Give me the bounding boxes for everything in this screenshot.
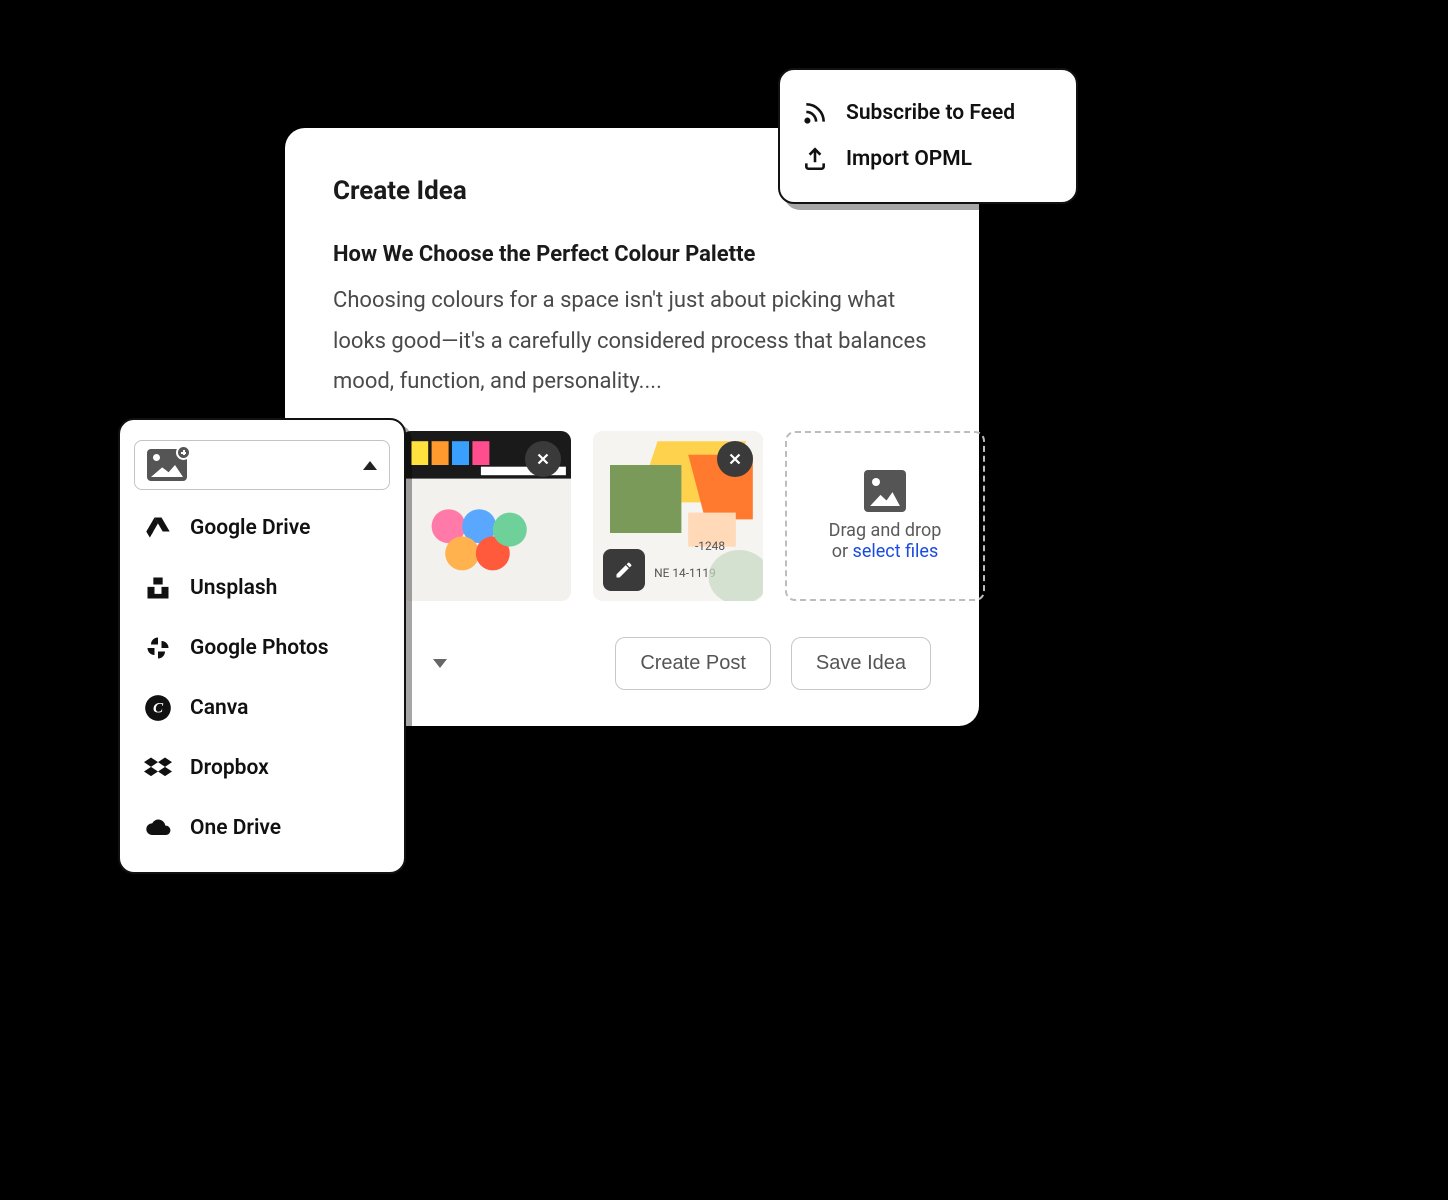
image-icon: [864, 470, 906, 512]
rss-icon: [802, 100, 828, 126]
dropbox-icon: [144, 754, 172, 782]
source-unsplash[interactable]: Unsplash: [120, 558, 404, 618]
upload-icon: [802, 146, 828, 172]
attachments-row: 0119 NE 14-1119 -1248 Drag and drop or s…: [401, 431, 931, 601]
source-google-drive[interactable]: Google Drive: [120, 498, 404, 558]
chevron-up-icon: [363, 461, 377, 470]
chevron-down-icon: [433, 659, 447, 668]
source-label: Unsplash: [190, 576, 277, 600]
unsplash-icon: [144, 574, 172, 602]
remove-attachment-button[interactable]: [717, 441, 753, 477]
source-label: Google Drive: [190, 516, 310, 540]
google-photos-icon: [144, 634, 172, 662]
idea-description[interactable]: Choosing colours for a space isn't just …: [333, 281, 931, 403]
import-opml-item[interactable]: Import OPML: [802, 136, 1054, 182]
create-post-button[interactable]: Create Post: [615, 637, 771, 690]
attachment-thumb[interactable]: [401, 431, 571, 601]
idea-title[interactable]: How We Choose the Perfect Colour Palette: [333, 242, 931, 267]
upload-dropzone[interactable]: Drag and drop or select files: [785, 431, 985, 601]
source-canva[interactable]: C Canva: [120, 678, 404, 738]
edit-attachment-button[interactable]: [603, 549, 645, 591]
menu-label: Import OPML: [846, 147, 972, 171]
image-source-toggle[interactable]: [134, 440, 390, 490]
select-files-link[interactable]: select files: [853, 541, 939, 562]
remove-attachment-button[interactable]: [525, 441, 561, 477]
close-icon: [726, 450, 744, 468]
menu-label: Subscribe to Feed: [846, 101, 1015, 125]
onedrive-icon: [144, 814, 172, 842]
source-label: Google Photos: [190, 636, 329, 660]
plus-badge-icon: [176, 445, 191, 460]
image-source-menu: Google Drive Unsplash Google Photos C Ca…: [118, 418, 406, 874]
save-idea-button[interactable]: Save Idea: [791, 637, 931, 690]
feed-menu: Subscribe to Feed Import OPML: [778, 68, 1078, 204]
source-label: Dropbox: [190, 756, 269, 780]
canva-icon: C: [144, 694, 172, 722]
attachment-thumb[interactable]: 0119 NE 14-1119 -1248: [593, 431, 763, 601]
svg-text:NE 14-1119: NE 14-1119: [654, 566, 716, 580]
source-dropbox[interactable]: Dropbox: [120, 738, 404, 798]
card-actions: Create Post Save Idea: [333, 637, 931, 690]
source-google-photos[interactable]: Google Photos: [120, 618, 404, 678]
google-drive-icon: [144, 514, 172, 542]
more-options-toggle[interactable]: [433, 659, 447, 668]
source-onedrive[interactable]: One Drive: [120, 798, 404, 858]
source-label: One Drive: [190, 816, 281, 840]
dropzone-text: Drag and drop or select files: [829, 520, 942, 562]
source-label: Canva: [190, 696, 248, 720]
svg-text:C: C: [153, 700, 164, 717]
pencil-icon: [614, 560, 634, 580]
subscribe-to-feed-item[interactable]: Subscribe to Feed: [802, 90, 1054, 136]
close-icon: [534, 450, 552, 468]
svg-text:-1248: -1248: [695, 539, 725, 553]
